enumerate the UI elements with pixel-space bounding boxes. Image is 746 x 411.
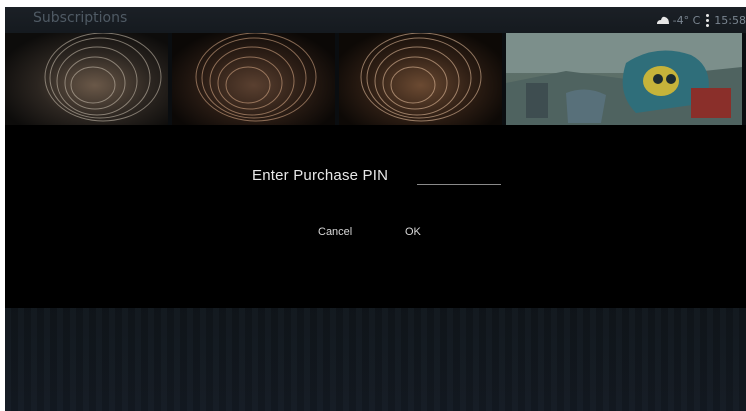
- tv-screen: Subscriptions -4° C 15:58 Enter Purchase…: [5, 7, 746, 411]
- top-bar: Subscriptions -4° C 15:58: [5, 7, 746, 33]
- pin-input[interactable]: [417, 169, 501, 185]
- status-area: -4° C 15:58: [656, 12, 746, 28]
- clock: 15:58: [714, 13, 746, 27]
- pin-prompt: Enter Purchase PIN: [252, 167, 389, 184]
- page-title: Subscriptions: [33, 10, 128, 26]
- cloud-icon: [656, 16, 670, 24]
- purchase-pin-dialog: Enter Purchase PIN Cancel OK: [5, 125, 746, 308]
- cancel-button[interactable]: Cancel: [314, 224, 356, 240]
- swirl-thumbnail[interactable]: [5, 33, 168, 128]
- background-stripes: [5, 307, 746, 411]
- swirl-thumbnail[interactable]: [339, 33, 502, 128]
- cartoon-thumbnail[interactable]: [506, 33, 742, 128]
- swirl-thumbnail[interactable]: [172, 33, 335, 128]
- content-row: [5, 33, 746, 128]
- temperature: -4° C: [672, 13, 701, 27]
- ok-button[interactable]: OK: [401, 224, 425, 240]
- vertical-dots-icon[interactable]: [706, 13, 710, 27]
